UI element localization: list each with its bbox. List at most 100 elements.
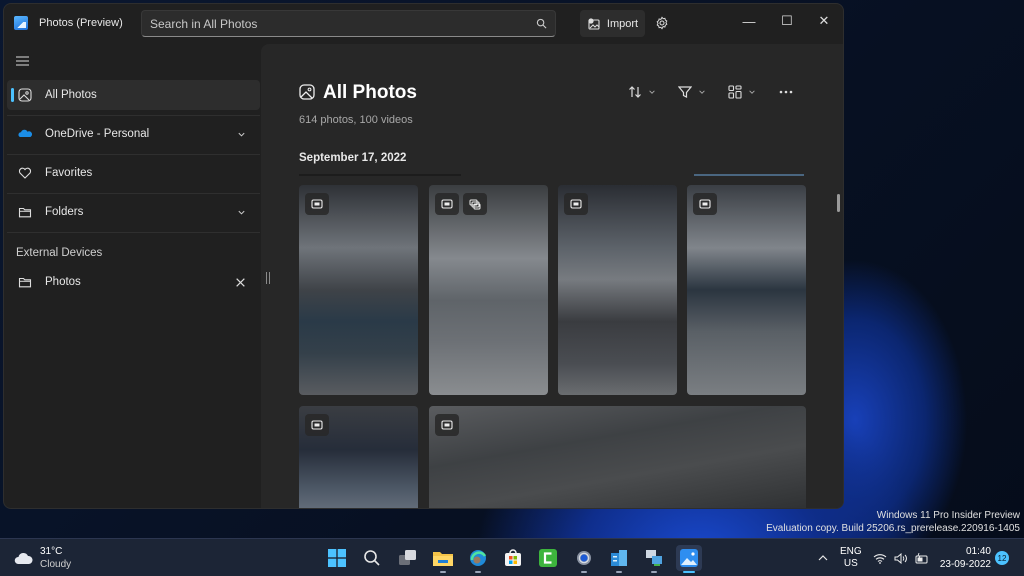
video-icon (311, 420, 323, 430)
notification-center-button[interactable]: 12 (995, 539, 1009, 576)
filter-icon (678, 86, 692, 98)
sidebar-item-external-photos[interactable]: Photos (7, 267, 260, 297)
photo-thumbnail[interactable] (429, 406, 806, 508)
burst-badge (463, 193, 487, 215)
region-code: US (843, 558, 858, 569)
photos-app-icon (680, 549, 698, 567)
timeline-line (694, 174, 804, 176)
weather-temperature: 31°C (40, 546, 63, 557)
active-indicator (11, 88, 14, 102)
sidebar-item-onedrive[interactable]: OneDrive - Personal (7, 119, 260, 149)
sidebar-item-label: All Photos (45, 89, 97, 101)
minimize-button[interactable]: — (731, 10, 767, 32)
remote-desktop-icon (646, 550, 662, 566)
main-content: All Photos 614 photos, 100 videos Septem… (261, 44, 843, 508)
burst-icon (469, 199, 481, 209)
search-icon[interactable] (536, 18, 547, 29)
chevron-down-icon (699, 90, 705, 94)
settings-button[interactable] (571, 545, 597, 573)
close-button[interactable]: ✕ (806, 10, 842, 32)
folder-icon (433, 552, 453, 566)
sort-button[interactable] (628, 82, 656, 102)
folder-icon (18, 207, 32, 218)
file-explorer-button[interactable] (430, 545, 456, 573)
hamburger-menu-icon[interactable] (16, 56, 29, 66)
quick-settings-button[interactable] (873, 539, 929, 576)
photo-thumbnail[interactable] (687, 185, 806, 395)
clock[interactable]: 01:40 23-09-2022 (937, 539, 991, 576)
video-badge (693, 193, 717, 215)
sidebar-item-favorites[interactable]: Favorites (7, 158, 260, 188)
video-icon (699, 199, 711, 209)
task-view-button[interactable] (395, 545, 421, 571)
edge-browser-button[interactable] (465, 545, 491, 573)
language-indicator[interactable]: ENG US (840, 539, 862, 576)
import-button[interactable]: Import (580, 10, 645, 37)
folder-icon (18, 277, 32, 288)
start-button[interactable] (324, 545, 350, 571)
cloud-icon (14, 552, 33, 564)
sidebar-item-folders[interactable]: Folders (7, 197, 260, 227)
weather-widget[interactable]: 31°C Cloudy (14, 545, 71, 571)
photos-app-icon (14, 16, 28, 30)
more-options-button[interactable] (779, 82, 793, 102)
video-icon (441, 199, 453, 209)
onedrive-icon (18, 129, 32, 137)
video-badge (305, 193, 329, 215)
sidebar-item-label: OneDrive - Personal (45, 128, 150, 140)
divider (7, 232, 260, 233)
taskbar-search-button[interactable] (359, 545, 385, 571)
sort-icon (629, 86, 641, 98)
chevron-down-icon[interactable] (237, 208, 246, 217)
heart-icon (18, 167, 32, 179)
divider (7, 154, 260, 155)
running-indicator (651, 571, 657, 573)
settings-gear-icon (577, 551, 591, 565)
chevron-down-icon[interactable] (237, 130, 246, 139)
wifi-icon (873, 553, 887, 564)
azure-data-studio-button[interactable] (606, 545, 632, 573)
settings-gear-icon[interactable] (655, 16, 669, 30)
clock-date: 23-09-2022 (939, 559, 991, 570)
sidebar-item-all-photos[interactable]: All Photos (7, 80, 260, 110)
import-icon (588, 17, 600, 30)
video-badge (435, 414, 459, 436)
view-layout-button[interactable] (728, 82, 756, 102)
video-icon (311, 199, 323, 209)
import-label: Import (606, 17, 639, 30)
video-badge (564, 193, 588, 215)
running-indicator (475, 571, 481, 573)
notification-count-badge: 12 (995, 551, 1009, 565)
video-badge (305, 414, 329, 436)
filter-button[interactable] (678, 82, 706, 102)
active-app-indicator (683, 571, 695, 573)
video-icon (441, 420, 453, 430)
edge-icon (470, 550, 487, 566)
photos-taskbar-button[interactable] (676, 545, 702, 573)
running-indicator (440, 571, 446, 573)
windows-start-icon (328, 549, 346, 567)
search-icon (364, 550, 380, 566)
photos-window: Photos (Preview) Search in All Photos Im… (3, 3, 844, 509)
divider (7, 115, 260, 116)
remove-device-close-icon[interactable] (235, 277, 246, 288)
microsoft-store-button[interactable] (500, 545, 526, 571)
more-icon (779, 90, 793, 94)
maximize-button[interactable]: ☐ (769, 10, 805, 32)
watermark-line2: Evaluation copy. Build 25206.rs_prerelea… (766, 523, 1020, 534)
photo-thumbnail[interactable] (299, 185, 418, 395)
date-group-heading: September 17, 2022 (299, 152, 407, 164)
remote-desktop-button[interactable] (641, 545, 667, 573)
search-input[interactable]: Search in All Photos (141, 10, 556, 37)
sidebar: All Photos OneDrive - Personal Favorites… (4, 44, 262, 508)
camtasia-button[interactable] (535, 545, 561, 571)
photo-thumbnail[interactable] (558, 185, 677, 395)
photo-thumbnail[interactable] (429, 185, 548, 395)
show-hidden-icons-button[interactable] (818, 539, 828, 576)
photo-thumbnail[interactable] (299, 406, 418, 508)
page-title: All Photos (323, 82, 417, 103)
sidebar-item-label: Folders (45, 206, 84, 218)
pane-splitter-handle[interactable] (266, 272, 270, 284)
running-indicator (616, 571, 622, 573)
vertical-scrollbar[interactable] (837, 194, 840, 212)
